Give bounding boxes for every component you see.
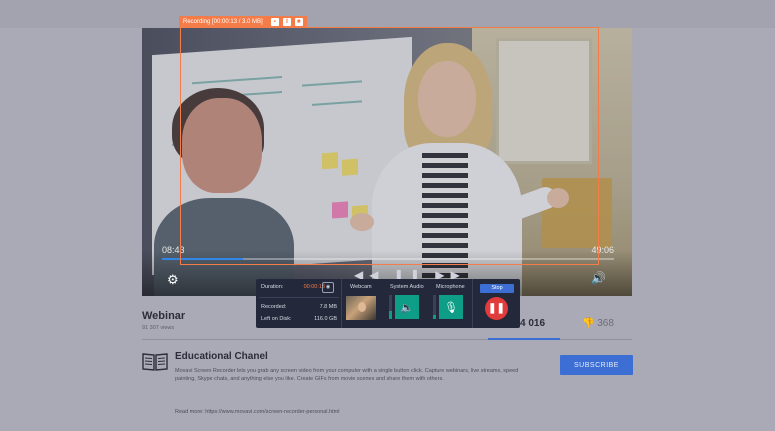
presenter-hand bbox=[350, 213, 374, 231]
channel-description: Movavi Screen Recorder lets you grab any… bbox=[175, 368, 519, 382]
book-icon bbox=[142, 353, 168, 371]
seek-bar[interactable] bbox=[162, 258, 614, 260]
recording-toolbar[interactable]: Recording [00:00:13 / 3.0 MB] ▪ ǁ ■ bbox=[179, 16, 307, 28]
divider bbox=[341, 279, 342, 328]
microphone-level-fill bbox=[433, 315, 436, 319]
dislike-count: 368 bbox=[597, 318, 614, 329]
speaker-icon[interactable]: 🔈 bbox=[395, 295, 419, 319]
divider bbox=[259, 297, 339, 298]
screenshot-icon[interactable]: ◉ bbox=[322, 282, 334, 293]
stop-button[interactable]: Stop bbox=[480, 284, 514, 293]
webcam-face bbox=[358, 302, 366, 312]
dislike-button[interactable]: 👎 368 bbox=[582, 318, 614, 329]
sticky-note bbox=[332, 201, 348, 219]
webcam-preview[interactable] bbox=[346, 296, 376, 320]
stop-icon[interactable]: ■ bbox=[294, 18, 303, 26]
recording-stats: Duration: 00:00:13 ◉ Recorded: 7.8 MB Le… bbox=[256, 279, 340, 328]
microphone-title: Microphone bbox=[436, 284, 465, 290]
subscribe-button[interactable]: SUBSCRIBE bbox=[560, 355, 633, 375]
current-time: 08:43 bbox=[162, 245, 185, 255]
presenter-head bbox=[418, 61, 476, 137]
total-time: 49:06 bbox=[591, 245, 614, 255]
camera-icon[interactable]: ▪ bbox=[270, 18, 279, 26]
video-title: Webinar bbox=[142, 310, 186, 322]
system-audio-title: System Audio bbox=[390, 284, 424, 290]
person-head bbox=[182, 98, 262, 193]
recorded-value: 7.8 MB bbox=[319, 304, 337, 310]
pause-icon[interactable]: ǁ bbox=[282, 18, 291, 26]
like-ratio-bar bbox=[488, 338, 560, 340]
volume-icon[interactable]: 🔊 bbox=[591, 271, 606, 285]
channel-name[interactable]: Educational Chanel bbox=[175, 351, 268, 362]
recorder-panel: Duration: 00:00:13 ◉ Recorded: 7.8 MB Le… bbox=[256, 279, 520, 328]
pause-button[interactable]: ❚❚ bbox=[485, 297, 508, 320]
recorded-label: Recorded: bbox=[261, 304, 287, 310]
recording-status: Recording [00:00:13 / 3.0 MB] bbox=[183, 19, 263, 25]
view-count: 91 307 views bbox=[142, 325, 175, 331]
duration-label: Duration: bbox=[261, 284, 284, 290]
read-more-link[interactable]: Read more: https://www.movavi.com/screen… bbox=[175, 409, 339, 415]
disk-value: 116.0 GB bbox=[314, 316, 337, 322]
disk-row: Left on Disk: 116.0 GB bbox=[261, 316, 337, 322]
top-strip bbox=[0, 0, 775, 28]
seek-bar-fill bbox=[162, 258, 244, 260]
video-player[interactable]: 08:43 49:06 ◀◀ ❚❚ ▶▶ ⚙ 🔊 bbox=[142, 28, 632, 296]
pause-icon: ❚❚ bbox=[488, 303, 505, 314]
recorded-row: Recorded: 7.8 MB bbox=[261, 304, 337, 310]
divider bbox=[472, 279, 473, 328]
microphone-level bbox=[433, 295, 436, 319]
webcam-title: Webcam bbox=[350, 284, 372, 290]
system-audio-level bbox=[389, 295, 392, 319]
presenter-hand bbox=[547, 188, 569, 208]
microphone-icon[interactable]: 🎙 bbox=[439, 295, 463, 319]
disk-label: Left on Disk: bbox=[261, 316, 292, 322]
system-audio-level-fill bbox=[389, 310, 392, 319]
settings-icon[interactable]: ⚙ bbox=[167, 272, 179, 288]
dislike-icon: 👎 bbox=[582, 318, 595, 329]
like-count-value: 4 016 bbox=[520, 318, 546, 329]
board-writing bbox=[192, 76, 282, 85]
like-count[interactable]: 4 016 bbox=[520, 318, 545, 329]
sticky-note bbox=[322, 152, 338, 170]
